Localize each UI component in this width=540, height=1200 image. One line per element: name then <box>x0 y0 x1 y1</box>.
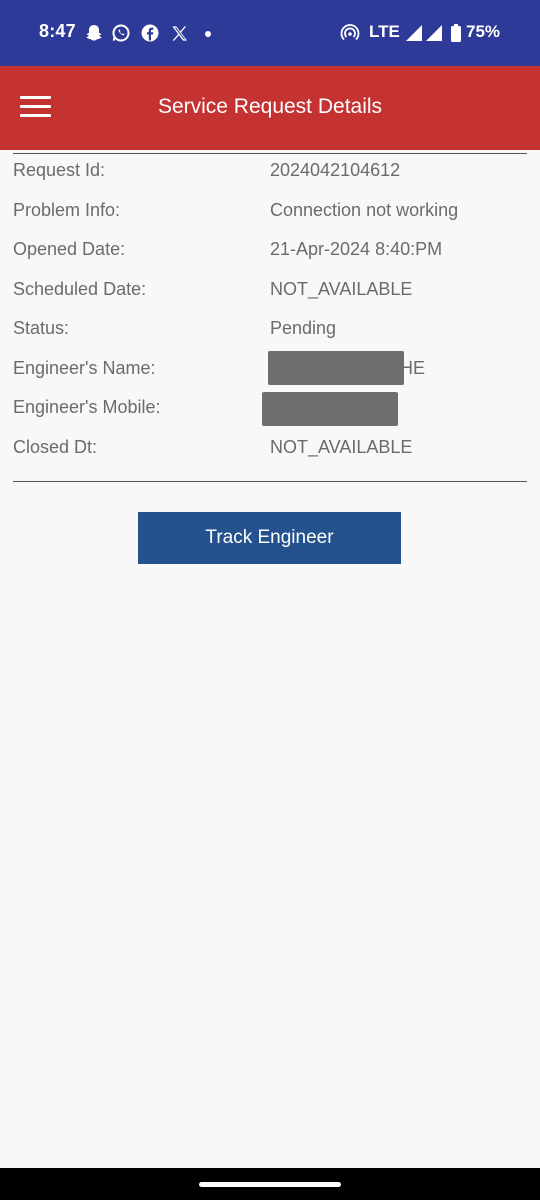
detail-value: NOT_AVAILABLE <box>270 279 413 299</box>
more-notifications-dot <box>205 31 211 37</box>
detail-row-request-id: Request Id: 2024042104612 <box>13 151 527 190</box>
detail-value: NOT_AVAILABLE <box>270 437 413 457</box>
detail-value: Connection not working <box>270 200 459 220</box>
signal-icon-2 <box>425 22 443 44</box>
snapchat-icon <box>84 22 104 44</box>
detail-label: Closed Dt: <box>13 437 98 457</box>
network-type: LTE <box>369 22 400 41</box>
detail-value: 2024042104612 <box>270 160 401 180</box>
detail-value: 21-Apr-2024 8:40:PM <box>270 239 443 259</box>
detail-row-opened-date: Opened Date: 21-Apr-2024 8:40:PM <box>13 230 527 269</box>
page-title: Service Request Details <box>157 95 383 118</box>
detail-row-engineer-mobile: Engineer's Mobile: <box>13 388 527 427</box>
detail-label: Scheduled Date: <box>13 279 147 299</box>
battery-icon <box>450 22 462 44</box>
detail-label: Request Id: <box>13 160 106 180</box>
x-icon <box>170 22 189 44</box>
detail-label: Opened Date: <box>13 239 126 259</box>
status-bar: 8:47 LTE 75% <box>0 0 540 66</box>
detail-label: Engineer's Mobile: <box>13 397 161 417</box>
divider-bottom <box>13 481 527 482</box>
detail-row-status: Status: Pending <box>13 309 527 348</box>
redaction-box <box>268 351 404 385</box>
home-gesture-handle[interactable] <box>199 1182 341 1187</box>
whatsapp-icon <box>111 22 131 44</box>
hotspot-icon <box>340 22 360 44</box>
app-bar: Service Request Details <box>0 66 540 150</box>
detail-label: Status: <box>13 318 70 338</box>
detail-label: Engineer's Name: <box>13 358 156 378</box>
signal-icon <box>405 22 423 44</box>
facebook-icon <box>140 22 160 44</box>
status-time: 8:47 <box>39 21 76 41</box>
battery-percentage: 75% <box>466 22 501 41</box>
detail-row-closed-dt: Closed Dt: NOT_AVAILABLE <box>13 428 527 467</box>
detail-row-scheduled-date: Scheduled Date: NOT_AVAILABLE <box>13 270 527 309</box>
detail-row-engineer-name: Engineer's Name: HE <box>13 349 527 388</box>
track-engineer-button[interactable]: Track Engineer <box>138 512 401 564</box>
detail-row-problem-info: Problem Info: Connection not working <box>13 191 527 230</box>
status-value: Pending <box>270 318 337 338</box>
detail-label: Problem Info: <box>13 200 121 220</box>
navigation-bar <box>0 1168 540 1200</box>
redaction-box <box>262 392 398 426</box>
